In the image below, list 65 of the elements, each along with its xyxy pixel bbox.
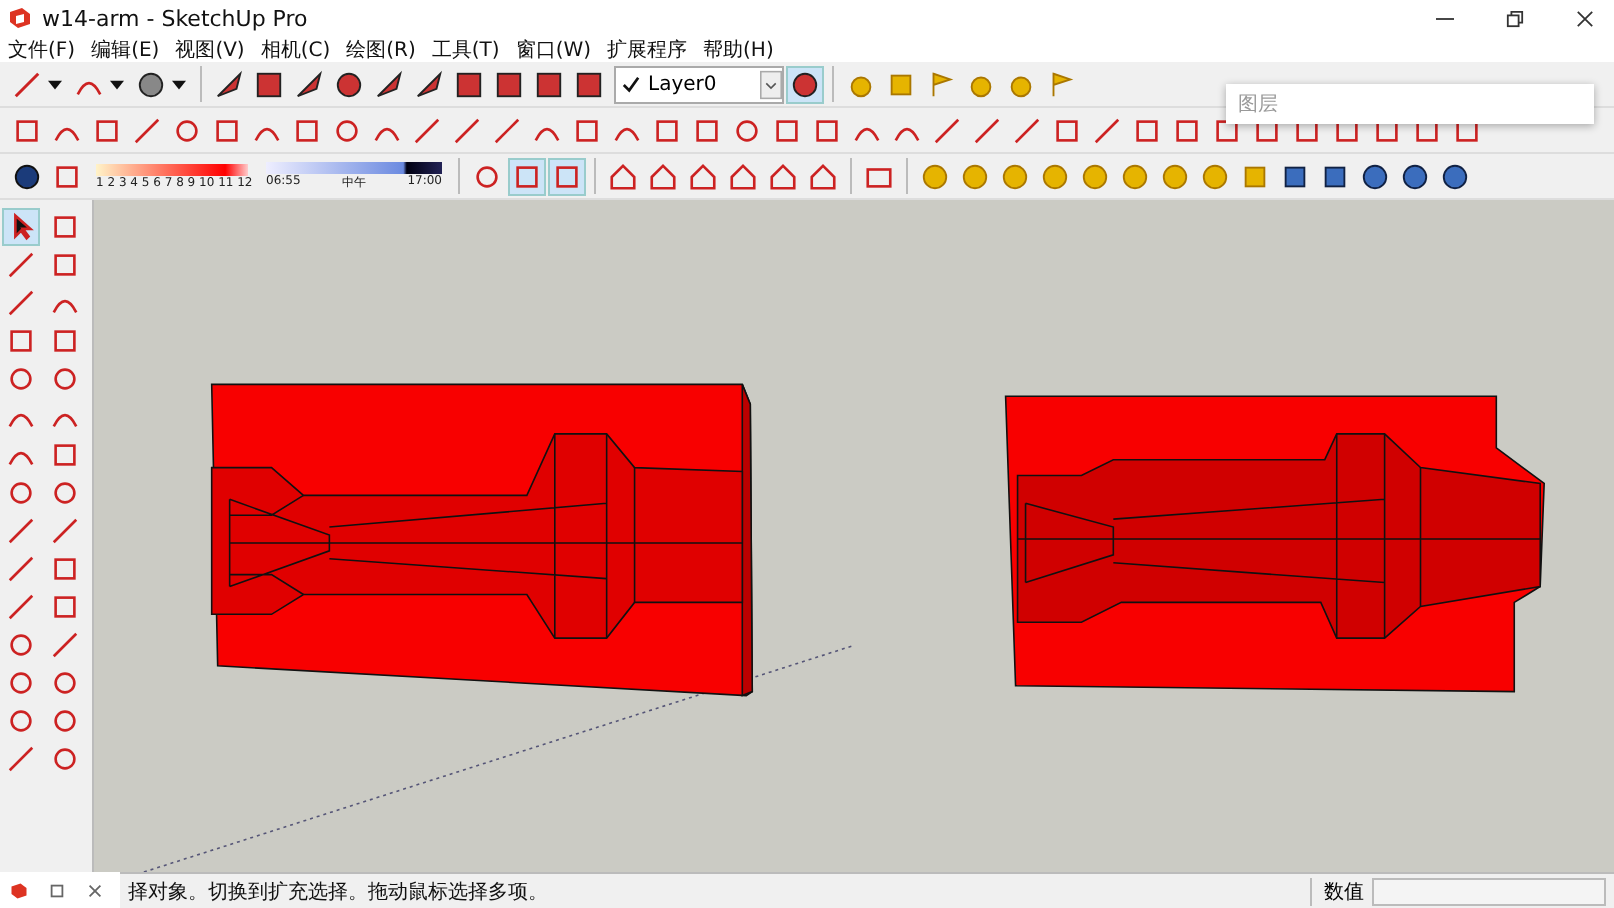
sphere-icon — [1160, 161, 1190, 191]
minimized-window[interactable] — [0, 872, 120, 908]
sphere-icon — [1400, 161, 1430, 191]
house-icon — [648, 161, 678, 191]
circle-icon — [136, 69, 166, 99]
caret-icon[interactable] — [48, 79, 62, 89]
house-icon — [608, 161, 638, 191]
layer-name: Layer0 — [648, 73, 717, 95]
sphere-icon — [790, 69, 820, 99]
restore-icon[interactable] — [1506, 9, 1524, 27]
panel-title: 图层 — [1238, 92, 1278, 118]
menu-item[interactable]: 文件(F) — [8, 35, 76, 63]
sphere-icon — [732, 115, 762, 145]
app-logo-icon — [10, 881, 28, 899]
window-title: w14-arm - SketchUp Pro — [42, 5, 308, 31]
checkmark-icon — [622, 75, 640, 93]
box-icon — [50, 326, 80, 356]
box-icon — [574, 69, 604, 99]
sphere-icon — [920, 161, 950, 191]
sphere-icon — [1120, 161, 1150, 191]
status-hint: 择对象。切换到扩充选择。拖动鼠标选择多项。 — [128, 879, 548, 905]
circle-icon — [50, 364, 80, 394]
restore-icon[interactable] — [48, 881, 66, 899]
circle-icon — [1440, 161, 1470, 191]
close-icon[interactable] — [86, 881, 104, 899]
sphere-icon — [12, 161, 42, 191]
menu-item[interactable]: 编辑(E) — [91, 35, 160, 63]
menu-item[interactable]: 绘图(R) — [346, 35, 416, 63]
toolbar-button[interactable] — [2, 208, 40, 246]
circle-icon — [6, 364, 36, 394]
measurements-field[interactable] — [1372, 877, 1606, 905]
app-logo-icon — [8, 6, 32, 30]
sphere-icon — [1080, 161, 1110, 191]
menu-item[interactable]: 相机(C) — [260, 35, 331, 63]
caret-icon[interactable] — [110, 79, 124, 89]
box-icon — [50, 440, 80, 470]
sphere-icon — [960, 161, 990, 191]
box-icon — [572, 115, 602, 145]
circle-icon — [172, 115, 202, 145]
measurements-label: 数值 — [1310, 877, 1364, 905]
caret-icon[interactable] — [172, 79, 186, 89]
sphere-icon — [1360, 161, 1390, 191]
menu-item[interactable]: 视图(V) — [175, 35, 245, 63]
house-icon — [688, 161, 718, 191]
house-icon — [808, 161, 838, 191]
box-icon — [534, 69, 564, 99]
menu-item[interactable]: 帮助(H) — [703, 35, 774, 63]
box-icon — [6, 326, 36, 356]
sphere-icon — [1200, 161, 1230, 191]
box-icon — [494, 69, 524, 99]
sphere-icon — [332, 115, 362, 145]
box-icon — [1280, 161, 1310, 191]
sphere-icon — [1040, 161, 1070, 191]
menu-item[interactable]: 窗口(W) — [515, 35, 592, 63]
menu-item[interactable]: 扩展程序 — [607, 35, 688, 63]
model-canvas[interactable] — [94, 200, 1614, 872]
house-icon — [728, 161, 758, 191]
layer-dropdown[interactable]: Layer0 — [614, 65, 784, 103]
sphere-icon — [1000, 161, 1030, 191]
close-icon[interactable] — [1576, 9, 1594, 27]
house-icon — [768, 161, 798, 191]
menu-item[interactable]: 工具(T) — [431, 35, 500, 63]
box-icon — [1320, 161, 1350, 191]
toolbar-button[interactable] — [786, 65, 824, 103]
box-icon — [92, 115, 122, 145]
